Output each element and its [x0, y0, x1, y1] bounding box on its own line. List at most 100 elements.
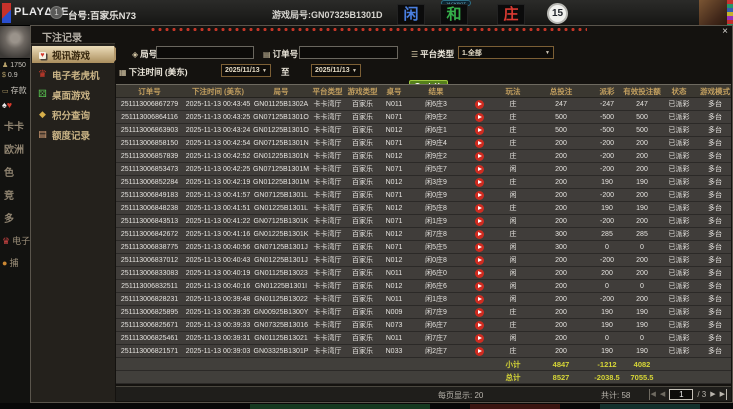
date-from-select[interactable]: 2025/11/13	[221, 64, 271, 77]
column-header: 订单号	[116, 86, 183, 97]
menu-item-slots[interactable]: 电子老虎机	[32, 66, 114, 83]
balance-stat: $0.9	[2, 72, 18, 79]
table-row: 2511130068282312025-11-13 00:39:48GN0112…	[116, 293, 731, 306]
menu-item-points-query[interactable]: 积分查询	[32, 106, 114, 123]
slots-icon: ♛	[2, 236, 10, 246]
date-to-select[interactable]: 2025/11/13	[311, 64, 361, 77]
replay-play-icon[interactable]	[475, 178, 484, 187]
records-content: 局号 订单号 平台类型 1.全部 下注时间 (美东) 2025/11/13 至 …	[116, 43, 731, 401]
replay-play-icon[interactable]	[475, 243, 484, 252]
replay-play-icon[interactable]	[475, 191, 484, 200]
table-row: 2511130068639032025-11-13 00:43:24GN0122…	[116, 124, 731, 137]
replay-play-icon[interactable]	[475, 126, 484, 135]
bet-time-filter-label: 下注时间 (美东)	[119, 66, 188, 78]
lobby-tab[interactable]: 卡卡	[4, 118, 24, 133]
round-filter-input[interactable]	[156, 46, 254, 59]
replay-play-icon[interactable]	[475, 204, 484, 213]
table-row: 2511130068256712025-11-13 00:39:33GN0732…	[116, 319, 731, 332]
table-row: 2511130068641162025-11-13 00:43:25GN0712…	[116, 111, 731, 124]
order-filter-input[interactable]	[299, 46, 398, 59]
column-header: 游戏模式	[697, 86, 733, 97]
next-page-icon[interactable]: ▶	[710, 389, 715, 400]
column-header: 总投注	[531, 86, 591, 97]
lobby-item[interactable]: ♛电子	[2, 234, 30, 247]
lobby-left-rail: ♟1750 $0.9 ▭存款 ♠♥ 卡卡欧洲色竞多 ♛电子 ●捕	[0, 26, 30, 409]
lobby-tab[interactable]: 多	[4, 210, 14, 225]
game-round-label: 游戏局号:GN07325B1301D	[272, 8, 383, 21]
bet-records-dialog: 下注记录 × 视讯游戏 电子老虎机 桌面游戏 积分查询 额度记录 局号 订单号 …	[30, 25, 733, 403]
replay-play-icon[interactable]	[475, 100, 484, 109]
replay-play-icon[interactable]	[475, 230, 484, 239]
first-page-icon[interactable]: ◀	[649, 389, 656, 400]
table-row: 2511130068258952025-11-13 00:39:35GN0092…	[116, 306, 731, 319]
table-row: 2511130068491832025-11-13 00:41:57GN0712…	[116, 189, 731, 202]
calendar-icon	[119, 68, 127, 77]
column-header: 下注时间 (美东)	[183, 86, 253, 97]
person-icon: ♟	[2, 62, 8, 69]
date-to-label: 至	[281, 66, 290, 78]
table-row: 2511130068672792025-11-13 00:43:45GN0112…	[116, 98, 731, 111]
platform-type-select[interactable]: 1.全部	[458, 46, 554, 59]
clipboard-icon	[263, 50, 271, 59]
bet-spot-banker[interactable]: 庄	[497, 4, 525, 25]
table-row: 2511130068534732025-11-13 00:42:25GN0712…	[116, 163, 731, 176]
table-row: 2511130068330832025-11-13 00:40:19GN0112…	[116, 267, 731, 280]
column-header: 平台类型	[309, 86, 346, 97]
replay-play-icon[interactable]	[475, 282, 484, 291]
page-number-input[interactable]: 1	[669, 389, 693, 400]
lobby-item[interactable]: ●捕	[2, 256, 18, 269]
tag-icon	[132, 50, 138, 59]
column-header: 派彩	[591, 86, 623, 97]
cards-decoration: ♠♥	[2, 100, 12, 110]
menu-item-quota-records[interactable]: 额度记录	[32, 126, 114, 143]
cards-icon	[37, 49, 48, 60]
table-row: 2511130068522842025-11-13 00:42:19GN0122…	[116, 176, 731, 189]
lobby-tab[interactable]: 欧洲	[4, 141, 24, 156]
replay-play-icon[interactable]	[475, 347, 484, 356]
previous-page-icon[interactable]: ◀	[660, 389, 665, 400]
deposit-button[interactable]: ▭存款	[2, 85, 27, 96]
replay-play-icon[interactable]	[475, 113, 484, 122]
records-menu: 视讯游戏 电子老虎机 桌面游戏 积分查询 额度记录	[31, 43, 115, 402]
last-page-icon[interactable]: ▶	[720, 389, 727, 400]
table-body: 2511130068672792025-11-13 00:43:45GN0112…	[116, 98, 731, 358]
replay-play-icon[interactable]	[475, 139, 484, 148]
replay-play-icon[interactable]	[475, 217, 484, 226]
replay-play-icon[interactable]	[475, 152, 484, 161]
column-header: 有效投注额	[623, 86, 661, 97]
replay-play-icon[interactable]	[475, 308, 484, 317]
table-row: 2511130068370122025-11-13 00:40:43GN0122…	[116, 254, 731, 267]
close-icon[interactable]: ×	[722, 27, 728, 37]
game-top-bar: PLAYΔCE 1 台号:百家乐N73 游戏局号:GN07325B1301D J…	[0, 0, 733, 26]
crown-icon	[37, 69, 48, 80]
card-icon: ▭	[2, 88, 9, 95]
table-row: 2511130068581502025-11-13 00:42:54GN0712…	[116, 137, 731, 150]
column-header: 局号	[253, 86, 309, 97]
table-row: 2511130068254612025-11-13 00:39:31GN0112…	[116, 332, 731, 345]
bet-spot-tie[interactable]: 和	[440, 4, 468, 25]
replay-play-icon[interactable]	[475, 256, 484, 265]
replay-play-icon[interactable]	[475, 269, 484, 278]
bet-spot-player[interactable]: 闲	[397, 4, 425, 25]
table-row: 2511130068482382025-11-13 00:41:51GN0122…	[116, 202, 731, 215]
round-filter-label: 局号	[132, 48, 157, 60]
dice-icon	[37, 89, 48, 100]
table-header-row: 订单号下注时间 (美东)局号平台类型游戏类型桌号结果玩法总投注派彩有效投注额状态…	[116, 84, 731, 98]
total-count-label: 共计: 58	[601, 390, 630, 401]
replay-play-icon[interactable]	[475, 165, 484, 174]
column-header: 状态	[661, 86, 697, 97]
replay-play-icon[interactable]	[475, 334, 484, 343]
menu-item-table-games[interactable]: 桌面游戏	[32, 86, 114, 103]
subtotal-row: 小计 4847 -1212 4082	[116, 358, 731, 371]
table-row: 2511130068387752025-11-13 00:40:56GN0712…	[116, 241, 731, 254]
replay-play-icon[interactable]	[475, 295, 484, 304]
column-header: 玩法	[495, 86, 531, 97]
lobby-tab[interactable]: 色	[4, 164, 14, 179]
players-stat: ♟1750	[2, 61, 26, 69]
lobby-tab[interactable]: 竞	[4, 187, 14, 202]
column-header: 桌号	[379, 86, 409, 97]
replay-play-icon[interactable]	[475, 321, 484, 330]
pagination: ◀ ◀ 1 / 3 ▶ ▶	[649, 389, 727, 400]
avatar[interactable]	[0, 26, 30, 59]
menu-item-video-games[interactable]: 视讯游戏	[32, 46, 114, 63]
